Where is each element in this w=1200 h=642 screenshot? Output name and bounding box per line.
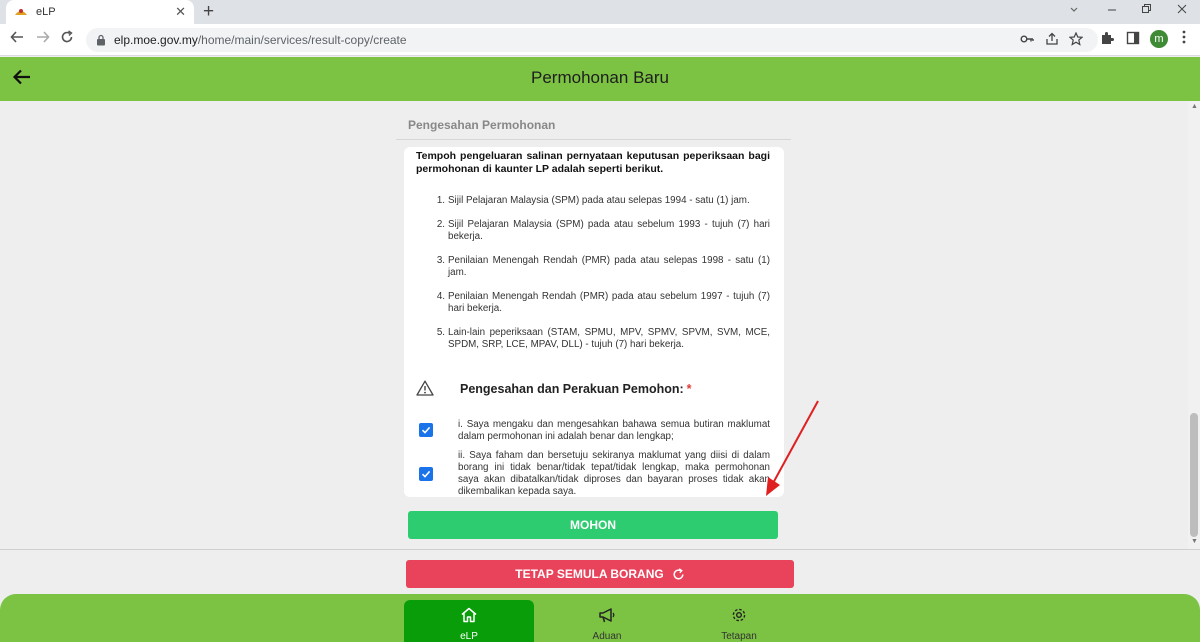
nav-item-tetapan[interactable]: Tetapan [674,600,804,642]
list-item: 2. Sijil Pelajaran Malaysia (SPM) pada at… [436,219,770,242]
new-tab-button[interactable]: + [203,1,214,23]
list-item: 1. Sijil Pelajaran Malaysia (SPM) pada at… [436,195,750,206]
app-header: Permohonan Baru [0,57,1200,101]
confirmation-heading: Pengesahan dan Perakuan Pemohon: * [460,382,692,396]
list-item: 4. Penilaian Menengah Rendah (PMR) pada a… [436,291,770,314]
menu-kebab-icon[interactable] [1182,30,1186,47]
page-title: Permohonan Baru [531,68,669,87]
url-path: /home/main/services/result-copy/create [197,33,407,47]
confirmation-card: Tempoh pengeluaran salinan pernyataan ke… [404,147,784,497]
extensions-puzzle-icon[interactable] [1100,31,1114,45]
side-panel-icon[interactable] [1126,31,1140,45]
scroll-up-icon[interactable]: ▲ [1191,103,1198,110]
tab-title: eLP [36,6,56,18]
list-item: 3. Penilaian Menengah Rendah (PMR) pada a… [436,255,770,278]
submit-button[interactable]: MOHON [408,511,778,539]
page-scrollbar[interactable]: ▲ ▼ [1188,101,1200,549]
address-bar: elp.moe.gov.my /home/main/services/resul… [0,24,1200,56]
annotation-arrow-icon [760,399,824,499]
browser-tab[interactable]: eLP ✕ [6,0,194,24]
home-icon [460,607,478,628]
nav-item-aduan[interactable]: Aduan [542,600,672,642]
tab-search-icon[interactable] [1068,3,1080,18]
warning-icon [416,380,434,396]
list-item: 5. Lain-lain peperiksaan (STAM, SPMU, MPV… [436,327,770,350]
bookmark-star-icon[interactable] [1069,32,1083,46]
processing-time-list: 1. Sijil Pelajaran Malaysia (SPM) pada at… [416,195,770,363]
bottom-navigation: eLP Aduan Tetapan [0,594,1200,642]
refresh-icon [672,567,685,581]
close-window-icon[interactable] [1176,3,1188,18]
section-divider [396,139,791,140]
megaphone-icon [598,607,616,628]
nav-label: Tetapan [721,631,757,642]
scroll-down-icon[interactable]: ▼ [1191,538,1198,545]
declaration-2-checkbox[interactable] [419,467,433,481]
nav-label: Aduan [592,631,622,642]
nav-label: eLP [460,631,478,642]
main-content: Pengesahan Permohonan Tempoh pengeluaran… [0,101,1188,549]
tab-close-icon[interactable]: ✕ [175,4,186,20]
reset-form-button[interactable]: TETAP SEMULA BORANG [406,560,794,588]
site-favicon-icon [14,7,28,17]
form-actions-area: TETAP SEMULA BORANG [0,549,1200,594]
forward-icon[interactable] [36,30,50,49]
key-icon[interactable] [1020,32,1034,46]
declaration-1-text: i. Saya mengaku dan mengesahkan bahawa s… [458,419,770,442]
url-host: elp.moe.gov.my [114,33,198,47]
browser-tab-bar: eLP ✕ + [0,0,1200,24]
share-icon[interactable] [1045,32,1059,46]
required-mark: * [686,382,692,396]
declaration-1-checkbox[interactable] [419,423,433,437]
back-icon[interactable] [10,30,24,49]
restore-icon[interactable] [1140,3,1152,18]
nav-item-elp[interactable]: eLP [404,600,534,642]
gear-icon [731,607,747,628]
intro-text: Tempoh pengeluaran salinan pernyataan ke… [416,150,770,175]
lock-icon[interactable] [96,34,106,46]
reload-icon[interactable] [60,30,74,49]
declaration-2-text: ii. Saya faham dan bersetuju sekiranya m… [458,450,770,497]
section-title: Pengesahan Permohonan [408,118,556,132]
url-input[interactable]: elp.moe.gov.my /home/main/services/resul… [86,28,1098,52]
scrollbar-thumb[interactable] [1190,413,1198,537]
minimize-icon[interactable] [1106,3,1118,18]
profile-avatar[interactable]: m [1150,30,1168,48]
